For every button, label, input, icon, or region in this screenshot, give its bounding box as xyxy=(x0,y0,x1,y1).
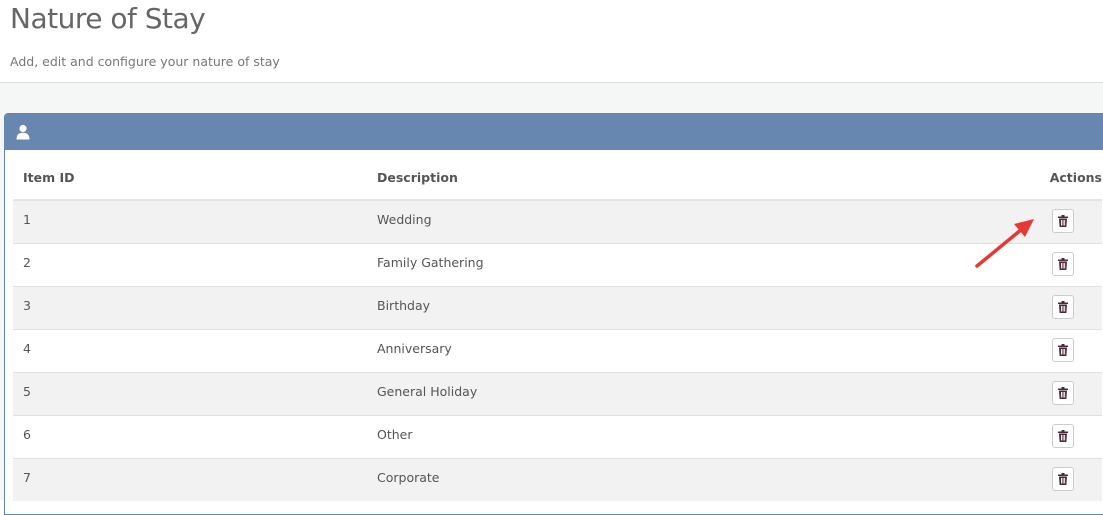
trash-icon xyxy=(1058,215,1068,227)
table-row: 2 Family Gathering xyxy=(13,242,1102,286)
column-header-actions: Actions xyxy=(987,156,1102,201)
item-id-cell: 5 xyxy=(13,371,367,415)
delete-button[interactable] xyxy=(1052,251,1074,276)
table-row: 3 Birthday xyxy=(13,285,1102,329)
trash-icon xyxy=(1058,300,1068,313)
item-id-cell: 7 xyxy=(13,457,367,501)
description-cell: Wedding xyxy=(367,199,987,243)
trash-icon xyxy=(1058,472,1068,485)
item-id-cell: 3 xyxy=(13,285,367,329)
description-cell: Other xyxy=(367,414,987,458)
page-title: Nature of Stay xyxy=(10,2,206,35)
items-table-main: Item ID Description Actions 1 Wedding 2 … xyxy=(13,156,1102,501)
trash-icon xyxy=(1058,343,1068,356)
table-header-row: Item ID Description Actions xyxy=(13,156,1102,201)
description-cell: General Holiday xyxy=(367,371,987,415)
trash-icon xyxy=(1058,386,1068,399)
delete-button[interactable] xyxy=(1052,337,1074,362)
trash-icon xyxy=(1058,257,1068,270)
description-cell: Corporate xyxy=(367,457,987,501)
delete-button[interactable] xyxy=(1052,380,1074,405)
table-row: 4 Anniversary xyxy=(13,328,1102,372)
table-row: 6 Other xyxy=(13,414,1102,458)
column-header-description[interactable]: Description xyxy=(367,156,987,201)
table-row: 7 Corporate xyxy=(13,457,1102,501)
description-cell: Anniversary xyxy=(367,328,987,372)
item-id-cell: 6 xyxy=(13,414,367,458)
delete-button[interactable] xyxy=(1052,209,1074,233)
page-subtitle: Add, edit and configure your nature of s… xyxy=(10,54,280,69)
delete-button[interactable] xyxy=(1052,294,1074,319)
item-id-cell: 2 xyxy=(13,242,367,286)
description-cell: Birthday xyxy=(367,285,987,329)
delete-button[interactable] xyxy=(1052,423,1074,448)
table-row: 1 Wedding xyxy=(13,199,1102,243)
column-header-item-id[interactable]: Item ID xyxy=(13,156,367,201)
panel-heading xyxy=(5,114,1103,150)
delete-button[interactable] xyxy=(1052,466,1074,491)
item-id-cell: 4 xyxy=(13,328,367,372)
item-id-cell: 1 xyxy=(13,199,367,243)
user-icon xyxy=(16,124,30,140)
table-row: 5 General Holiday xyxy=(13,371,1102,415)
description-cell: Family Gathering xyxy=(367,242,987,286)
page-header: Nature of Stay Add, edit and configure y… xyxy=(0,0,1103,83)
trash-icon xyxy=(1058,429,1068,442)
